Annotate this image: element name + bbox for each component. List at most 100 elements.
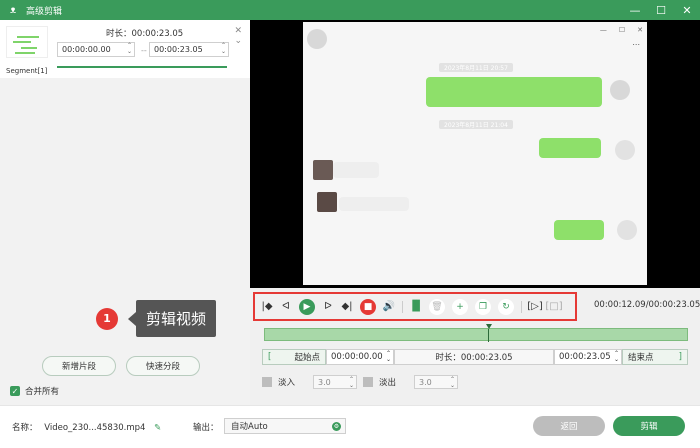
quick-split-button[interactable]: 快速分段 — [126, 356, 200, 376]
minimize-icon: — — [599, 26, 607, 34]
bottom-bar: 名称： Video_230...45830.mp4 ✎ 输出： 自动Auto ⚙… — [0, 405, 700, 448]
range-row: [ 起始点 00:00:00.00 ⌃ ⌄ 时长：00:00:23.05 00:0… — [262, 349, 690, 365]
back-button[interactable]: 返回 — [533, 416, 605, 436]
go-to-start-icon[interactable]: |◆ — [261, 301, 273, 313]
fade-row: 淡入 3.0 ⌃ ⌄ 淡出 3.0 ⌃ ⌄ — [262, 375, 459, 389]
time-separator: -- — [141, 46, 147, 55]
video-frame: — ☐ ✕ ... 2023年8月11日 20:57 2023年8月11日 21… — [303, 22, 647, 285]
set-start-marker-icon[interactable]: [□] — [545, 301, 562, 313]
close-icon[interactable]: ✕ — [680, 3, 694, 17]
minimize-icon[interactable]: — — [628, 3, 642, 17]
set-end-marker-icon[interactable]: [▷] — [527, 301, 543, 313]
gear-icon[interactable]: ⚙ — [332, 422, 341, 431]
edit-pencil-icon[interactable]: ✎ — [154, 423, 161, 433]
start-point-label: 起始点 — [294, 353, 320, 363]
chat-bubble-right — [554, 220, 604, 240]
fade-out-label: 淡出 — [379, 378, 397, 388]
segment-start-time-value: 00:00:00.00 — [62, 45, 111, 54]
spinner-icon[interactable]: ⌃ ⌄ — [450, 377, 455, 389]
chat-bubble-left — [339, 197, 409, 211]
segment-card[interactable]: 时长：00:00:23.05 00:00:00.00 ⌃ ⌄ -- 00:00:2… — [0, 20, 250, 78]
step-forward-icon[interactable]: ᐅ — [322, 301, 334, 313]
close-icon: ✕ — [637, 26, 643, 34]
inner-window-controls: — ☐ ✕ — [600, 26, 643, 34]
end-point-label: 结束点 — [628, 353, 654, 363]
spinner-icon[interactable]: ⌃ ⌄ — [349, 377, 354, 389]
chat-timestamp: 2023年8月11日 20:57 — [439, 63, 513, 72]
more-icon: ... — [632, 38, 640, 47]
add-icon[interactable]: + — [452, 298, 468, 315]
segment-start-time-field[interactable]: 00:00:00.00 ⌃ ⌄ — [57, 42, 135, 57]
step-callout: 1 剪辑视频 — [96, 300, 217, 337]
fade-in-input[interactable]: 3.0 ⌃ ⌄ — [313, 375, 358, 389]
file-name-row: 名称： Video_230...45830.mp4 ✎ — [12, 421, 161, 433]
stop-icon[interactable]: ■ — [360, 298, 376, 315]
avatar — [317, 192, 337, 212]
segment-end-time-field[interactable]: 00:00:23.05 ⌃ ⌄ — [149, 42, 229, 57]
chat-bubble-right — [539, 138, 601, 158]
file-name: Video_230...45830.mp4 — [44, 423, 146, 433]
spinner-icon[interactable]: ⌃ ⌄ — [221, 43, 226, 55]
reset-icon[interactable]: ↻ — [498, 298, 514, 315]
go-to-end-icon[interactable]: ◆| — [341, 301, 353, 313]
divider — [521, 300, 522, 313]
set-start-button[interactable]: [ 起始点 — [262, 349, 326, 365]
maximize-icon: ☐ — [618, 26, 626, 34]
playback-controls: |◆ ᐊ ▶ ᐅ ◆| ■ 🔊 ▐▌ 🗑 + ❐ ↻ [▷] [□] — [253, 292, 577, 321]
spinner-icon[interactable]: ⌃ ⌄ — [386, 351, 391, 363]
merge-all-option[interactable]: ✓ 合并所有 — [10, 385, 59, 397]
name-label: 名称： — [12, 423, 38, 433]
avatar — [610, 80, 630, 100]
range-start-field[interactable]: 00:00:00.00 ⌃ ⌄ — [326, 349, 394, 365]
spinner-icon[interactable]: ⌃ ⌄ — [614, 351, 619, 363]
callout-text: 剪辑视频 — [136, 300, 217, 337]
fade-out-checkbox[interactable] — [363, 377, 374, 387]
edit-button[interactable]: 剪辑 — [613, 416, 685, 436]
fade-in-checkbox[interactable] — [262, 377, 272, 387]
callout-arrow — [128, 311, 136, 326]
window-controls: — ☐ ✕ — [628, 0, 694, 20]
range-end-value: 00:00:23.05 — [559, 352, 611, 362]
fade-in-label: 淡入 — [278, 378, 296, 388]
merge-all-label: 合并所有 — [25, 387, 60, 397]
maximize-icon[interactable]: ☐ — [654, 3, 668, 17]
close-segment-icon[interactable]: ✕ ⌄ — [234, 26, 242, 46]
step-back-icon[interactable]: ᐊ — [280, 301, 292, 313]
avatar — [307, 29, 327, 49]
range-end-field[interactable]: 00:00:23.05 ⌃ ⌄ — [554, 349, 622, 365]
range-start-value: 00:00:00.00 — [331, 352, 383, 362]
step-number-badge: 1 — [96, 307, 118, 330]
chat-timestamp: 2023年8月11日 21:04 — [439, 120, 513, 129]
playhead-marker[interactable] — [486, 324, 492, 329]
rabbit-icon: ᴥ — [9, 4, 17, 16]
bracket-left-icon: [ — [268, 352, 272, 362]
fade-in-value: 3.0 — [318, 377, 331, 387]
output-select[interactable]: 自动Auto ⚙ — [224, 418, 346, 434]
spinner-icon[interactable]: ⌃ ⌄ — [127, 43, 132, 55]
timeline-track[interactable] — [264, 324, 688, 342]
segment-end-time-value: 00:00:23.05 — [154, 45, 203, 54]
delete-icon[interactable]: 🗑 — [429, 298, 445, 315]
avatar — [313, 160, 333, 180]
split-icon[interactable]: ▐▌ — [408, 301, 423, 313]
range-duration: 时长：00:00:23.05 — [394, 349, 554, 365]
window-title: 高级剪辑 — [26, 6, 63, 17]
segment-label: Segment[1] — [6, 67, 48, 75]
bracket-right-icon: ] — [678, 352, 682, 362]
volume-icon[interactable]: 🔊 — [383, 301, 395, 313]
play-icon[interactable]: ▶ — [299, 298, 315, 315]
output-label: 输出： — [193, 423, 219, 433]
set-end-button[interactable]: 结束点 ] — [622, 349, 688, 365]
segment-duration: 时长：00:00:23.05 — [106, 29, 184, 39]
fade-out-value: 3.0 — [419, 377, 432, 387]
copy-icon[interactable]: ❐ — [475, 298, 491, 315]
playhead-line — [488, 329, 489, 342]
fade-out-input[interactable]: 3.0 ⌃ ⌄ — [414, 375, 459, 389]
chat-bubble-right — [426, 77, 602, 107]
new-segment-button[interactable]: 新增片段 — [42, 356, 116, 376]
segment-panel: 时长：00:00:23.05 00:00:00.00 ⌃ ⌄ -- 00:00:2… — [0, 20, 250, 405]
video-preview[interactable]: — ☐ ✕ ... 2023年8月11日 20:57 2023年8月11日 21… — [250, 20, 700, 288]
check-icon[interactable]: ✓ — [10, 386, 20, 396]
chat-bubble-left — [333, 162, 379, 178]
segment-progress-bar — [57, 66, 227, 68]
